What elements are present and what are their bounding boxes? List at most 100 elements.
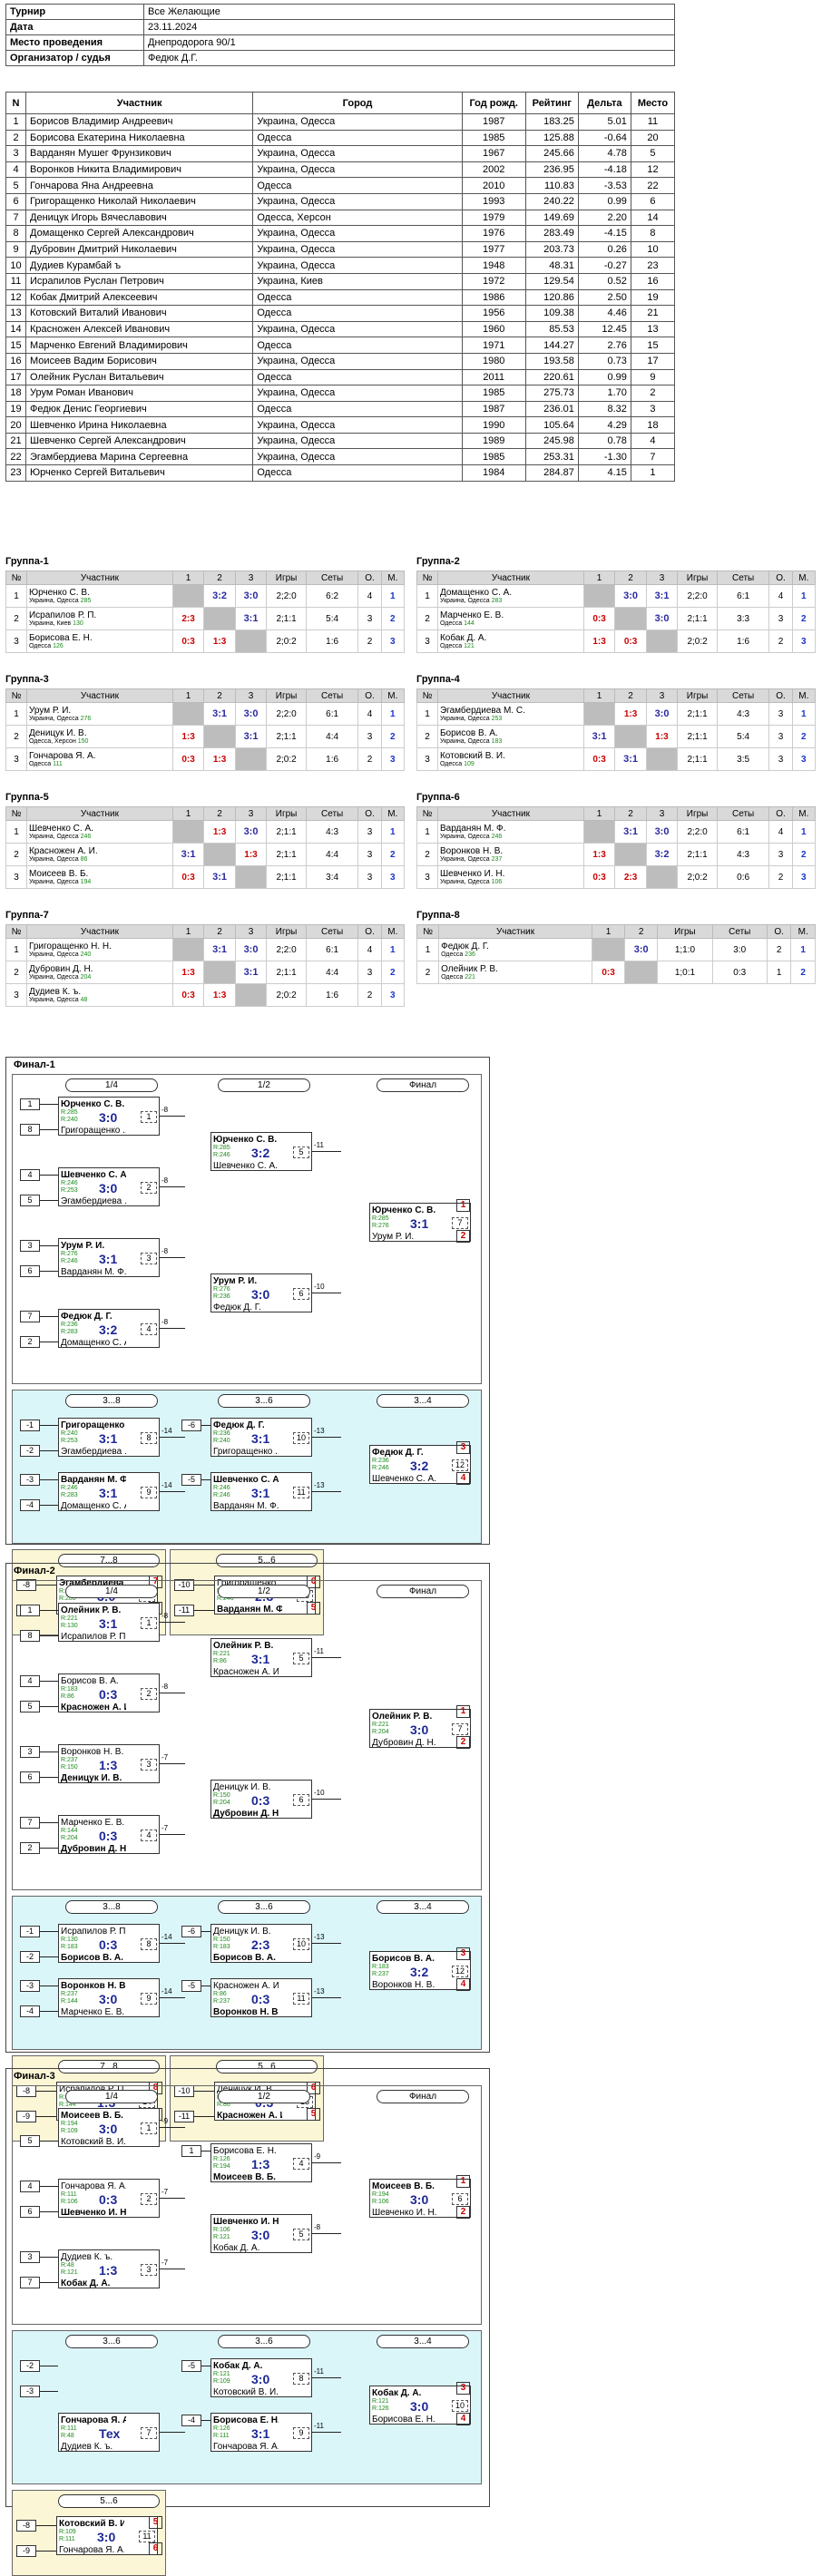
player-cell: 236.95 (524, 161, 579, 179)
loser-destination: -8 (161, 1106, 169, 1114)
players-header-cell: Рейтинг (524, 92, 579, 114)
group-score: 3:1 (592, 731, 607, 742)
bracket-line (36, 2525, 56, 2526)
group-header-cell: 3 (234, 571, 268, 585)
group-score: 3:1 (654, 590, 670, 601)
bracket-line (160, 1186, 185, 1187)
loser-destination: -7 (161, 2259, 169, 2267)
group-header-cell: 3 (234, 806, 268, 821)
group-place: 1 (791, 820, 817, 844)
group-table: № Участник 1 2 3 Игры Сеты О. М. 1 Григоращенко Н.… (5, 924, 406, 1007)
match-number: 4 (141, 1830, 157, 1841)
seed-label: 1 (181, 2145, 201, 2157)
match-score: 3:1 (251, 1652, 270, 1666)
match-number: 9 (141, 1487, 157, 1498)
loser-destination: -8 (161, 1176, 169, 1185)
group-games-cell: 2;1:1 (677, 843, 718, 866)
group-score: 3:1 (181, 849, 196, 860)
match-score: 3:1 (251, 2426, 270, 2441)
group-header-cell: О. (357, 571, 382, 585)
group-player-cell: Варданян М. Ф. Украина, Одесса 246 (436, 820, 584, 844)
group-score-cell: 3:0 (624, 938, 659, 961)
player-cell: Украина, Одесса (252, 385, 463, 402)
group-score: 2:3 (623, 872, 638, 883)
player-cell: 3 (630, 400, 676, 418)
player-cell: 13 (630, 320, 676, 338)
bracket-line (40, 1956, 58, 1957)
group-games-cell: 2;1:1 (266, 865, 307, 889)
player-b-rating: R:126 (372, 2405, 389, 2412)
player-b-name: Котовский В. И. (61, 2137, 126, 2147)
bracket-match-box: Федюк Д. Г. R:236 R:283 Домащенко С. А. 3:2 4 (58, 1309, 160, 1348)
player-cell: Воронков Никита Владимирович (25, 161, 254, 179)
group-row: 1 Григоращенко Н. Н. Украина, Одесса 240 3:… (5, 938, 406, 961)
player-a-name: Борисов В. А. (372, 1954, 435, 1964)
group-diagonal-cell (203, 843, 236, 866)
player-cell: Эгамбердиева Марина Сергеевна (25, 448, 254, 466)
group-player-name: Воронков Н. В. (439, 845, 504, 856)
player-cell: 1971 (461, 337, 526, 354)
group-player-rating: 221 (465, 973, 475, 981)
group-row-number: 1 (416, 820, 438, 844)
group-games-cell: 1;1:0 (657, 938, 713, 961)
player-cell: Одесса (252, 288, 463, 307)
player-cell: 21 (5, 432, 27, 450)
player-b-name: Красножен А. И. (61, 1703, 126, 1712)
player-a-name: Воронков Н. В. (61, 1747, 124, 1757)
player-a-rating: R:285 (61, 1109, 78, 1116)
player-cell: Украина, Одесса (252, 257, 463, 274)
player-a-name: Гончарова Я. А. (61, 2415, 126, 2425)
group-score-cell: 0:3 (171, 747, 205, 771)
group-header-cell: Сеты (716, 806, 770, 821)
group-player-city-text: Украина, Одесса (439, 855, 492, 863)
info-value: Днепродорога 90/1 (143, 34, 675, 51)
group-games-record: 1:1 (694, 708, 708, 719)
round-header: 1/4 (65, 1078, 158, 1092)
group-place: 2 (380, 843, 406, 866)
player-cell: 109.38 (524, 305, 579, 322)
group-place: 3 (791, 629, 817, 653)
group-header-cell: Игры (266, 571, 307, 585)
group-player-rating: 253 (491, 715, 503, 722)
players-header-cell: Участник (25, 92, 254, 114)
group-player-rating: 109 (464, 760, 475, 767)
group-games-cell: 2;1:1 (677, 725, 718, 748)
match-number: 10 (293, 1432, 309, 1444)
player-a-rating: R:183 (61, 1686, 78, 1693)
player-a-rating: R:150 (213, 1937, 230, 1943)
match-number: 5 (293, 1653, 309, 1664)
bracket-section: 3...83...63...4Григоращенко ...R:240R:25… (12, 1390, 482, 1544)
bracket-line (40, 1271, 58, 1272)
bracket-line (40, 2011, 58, 2012)
loser-destination: -13 (314, 1987, 325, 1995)
seed-label: -5 (181, 1980, 201, 1992)
round-header: 3...6 (218, 2335, 310, 2348)
player-a-rating: R:183 (372, 1964, 389, 1970)
player-cell: -4.15 (577, 225, 631, 242)
players-header-cell: Дельта (577, 92, 631, 114)
player-a-name: Кобак Д. А. (372, 2388, 422, 2398)
final-place-b: 6 (149, 2542, 162, 2555)
player-row: 11 Исрапилов Руслан Петрович Украина, Киев… (5, 272, 676, 290)
player-a-rating: R:285 (372, 1215, 389, 1222)
group-header-cell: М. (790, 924, 816, 939)
group-score-cell: 0:3 (171, 865, 205, 889)
group-diagonal-cell (234, 865, 268, 889)
player-cell: Юрченко Сергей Витальевич (25, 464, 254, 482)
player-cell: -0.27 (577, 257, 631, 274)
group-place: 2 (790, 961, 816, 984)
group-title: Группа-1 (5, 556, 49, 567)
player-cell: 18 (5, 385, 27, 402)
group-player-name: Кобак Д. А. (439, 632, 487, 643)
group-player-cell: Дубровин Д. Н. Украина, Одесса 204 (25, 961, 173, 984)
group-games-cell: 2;0:2 (677, 865, 718, 889)
player-a-name: Дудиев К. ъ. (61, 2252, 113, 2262)
info-key: Место проведения (5, 34, 144, 51)
player-a-rating: R:130 (61, 1937, 78, 1943)
group-games-cell: 2;1:1 (677, 747, 718, 771)
player-a-name: Федюк Д. Г. (372, 1448, 424, 1458)
group-score: 1:3 (592, 849, 606, 860)
group-score: 2:3 (181, 613, 195, 624)
group-points: 2 (357, 629, 382, 653)
group-player-city-text: Одесса (439, 620, 465, 627)
